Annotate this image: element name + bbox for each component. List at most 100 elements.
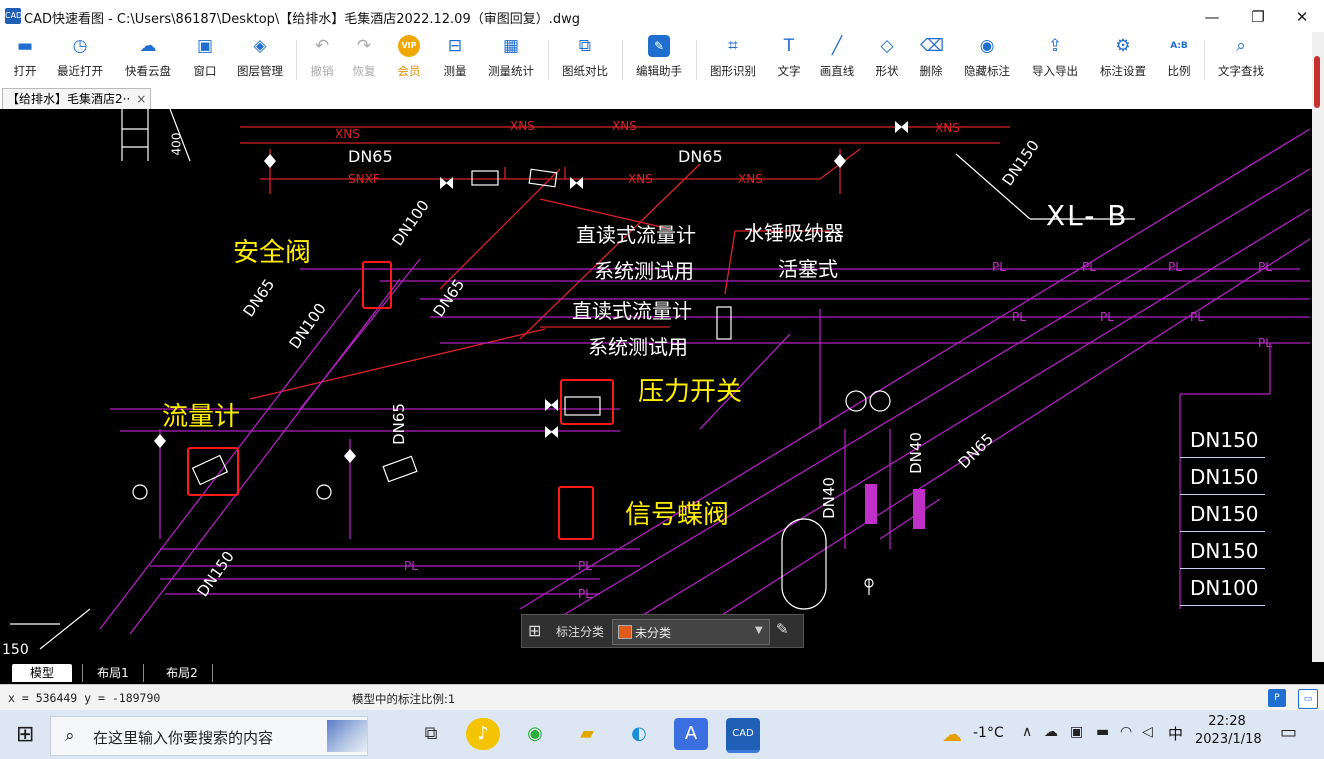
toolbar-redo[interactable]: ↷ 恢复 xyxy=(346,35,382,85)
tab-model[interactable]: 模型 xyxy=(12,664,72,682)
clock-time[interactable]: 22:28 xyxy=(1195,714,1259,729)
annotation-category-value: 未分类 xyxy=(635,626,672,640)
toolbar-draw-line[interactable]: ╱ 画直线 xyxy=(814,35,860,85)
scale-icon: A:B xyxy=(1170,41,1188,51)
label-pl-4: PL xyxy=(1258,260,1272,274)
drawing-canvas[interactable]: DN65 DN65 XNS XNS XNS XNS XNS XNS SNXF 4… xyxy=(0,109,1312,662)
label-dn65-left: DN65 xyxy=(348,147,393,166)
clock-date[interactable]: 2023/1/18 xyxy=(1195,732,1262,747)
vertical-scrollbar[interactable] xyxy=(1312,32,1324,662)
tab-layout1[interactable]: 布局1 xyxy=(82,664,144,682)
toolbar-undo[interactable]: ↶ 撤销 xyxy=(304,35,340,85)
label-pl-6: PL xyxy=(1100,310,1114,324)
annotation-category-select[interactable]: 未分类 ▼ xyxy=(612,619,770,645)
toolbar-layers[interactable]: ◈ 图层管理 xyxy=(232,35,288,85)
toolbar-text[interactable]: T 文字 xyxy=(770,35,808,85)
label-pl-3: PL xyxy=(1168,260,1182,274)
weather-icon[interactable]: ☁ xyxy=(942,722,962,746)
highlight-safety-valve xyxy=(362,261,392,309)
music-app-icon[interactable]: ♪ xyxy=(466,718,500,750)
minimize-button[interactable]: — xyxy=(1190,4,1234,30)
annotation-scale-text: 模型中的标注比例:1 xyxy=(352,692,456,706)
toolbar-edit-assistant[interactable]: ✎ 编辑助手 xyxy=(630,35,688,85)
windows-start-icon[interactable]: ⊞ xyxy=(16,722,34,747)
wifi-icon[interactable]: ◠ xyxy=(1120,724,1132,740)
measure-stats-icon: ▦ xyxy=(502,36,520,56)
toolbar-shape[interactable]: ◇ 形状 xyxy=(868,35,906,85)
cursor-coordinates: x = 536449 y = -189790 xyxy=(8,691,161,705)
label-dn40-b: DN40 xyxy=(819,477,838,519)
tray-app-icon[interactable]: ▣ xyxy=(1070,724,1083,740)
volume-icon[interactable]: ◁ xyxy=(1142,724,1153,740)
document-tab-label: 【给排水】毛集酒店2·· xyxy=(7,92,131,106)
taskbar-search-box[interactable]: ⌕ 在这里输入你要搜索的内容 xyxy=(50,716,368,756)
annotation-signal-butterfly-valve: 信号蝶阀 xyxy=(625,500,730,530)
title-bar: CAD CAD快速看图 - C:\Users\86187\Desktop\【给排… xyxy=(0,0,1324,32)
label-dn65-vertical: DN65 xyxy=(389,403,408,445)
label-direct-flowmeter-1: 直读式流量计 xyxy=(576,223,696,247)
chevron-up-icon[interactable]: ∧ xyxy=(1022,724,1032,740)
hide-icon: ◉ xyxy=(979,36,995,56)
toolbar-vip[interactable]: VIP 会员 xyxy=(390,35,428,85)
toolbar-compare[interactable]: ⧉ 图纸对比 xyxy=(556,35,614,85)
toolbar-import-export[interactable]: ⇪ 导入导出 xyxy=(1026,35,1084,85)
battery-icon[interactable]: ▬ xyxy=(1096,724,1109,740)
toolbar-recent[interactable]: ◷ 最近打开 xyxy=(52,35,108,85)
app-a-icon[interactable]: A xyxy=(674,718,708,750)
history-icon: ◷ xyxy=(72,36,88,56)
tab-layout2[interactable]: 布局2 xyxy=(152,664,213,682)
highlight-signal-butterfly-valve xyxy=(558,486,594,540)
layout-tabs: 模型 布局1 布局2 xyxy=(0,662,1324,684)
toolbar-window[interactable]: ▣ 窗口 xyxy=(186,35,224,85)
label-xns-6: XNS xyxy=(935,121,960,135)
toolbar-annotation-settings[interactable]: ⚙ 标注设置 xyxy=(1092,35,1154,85)
search-placeholder: 在这里输入你要搜索的内容 xyxy=(93,729,274,747)
search-highlight-image xyxy=(327,720,367,752)
document-tab[interactable]: 【给排水】毛集酒店2·· × xyxy=(2,88,152,109)
color-swatch xyxy=(618,625,632,639)
cad-viewer-taskbar-icon[interactable]: CAD xyxy=(726,718,760,753)
label-pl-9: PL xyxy=(404,559,418,573)
toolbar-divider xyxy=(696,40,697,80)
toolbar-measure[interactable]: ⊟ 测量 xyxy=(436,35,474,85)
toolbar-open[interactable]: ▬ 打开 xyxy=(4,35,46,85)
label-dim-400: 400 xyxy=(169,132,184,156)
compare-icon: ⧉ xyxy=(578,36,592,56)
close-tab-icon[interactable]: × xyxy=(136,92,146,106)
notification-icon[interactable]: ▭ xyxy=(1280,722,1297,743)
toolbar-text-search[interactable]: ⌕ 文字查找 xyxy=(1212,35,1270,85)
window-icon: ▣ xyxy=(196,36,214,56)
toolbar-delete[interactable]: ⌫ 删除 xyxy=(912,35,950,85)
label-snxf: SNXF xyxy=(348,172,380,186)
label-riser-xlb: XL- B xyxy=(1046,199,1129,232)
label-pl-10: PL xyxy=(578,559,592,573)
toolbar-scale[interactable]: A:B 比例 xyxy=(1160,35,1198,85)
toolbar-measure-stats[interactable]: ▦ 测量统计 xyxy=(482,35,540,85)
close-button[interactable]: ✕ xyxy=(1280,4,1324,30)
label-system-test-1: 系统测试用 xyxy=(594,259,694,283)
grid-icon[interactable]: ⊞ xyxy=(528,621,541,640)
cloud-icon[interactable]: ☁ xyxy=(1044,724,1058,740)
cloud-icon: ☁ xyxy=(139,36,157,56)
scrollbar-thumb[interactable] xyxy=(1314,56,1320,108)
line-icon: ╱ xyxy=(831,36,843,56)
edit-assistant-icon: ✎ xyxy=(648,35,670,57)
toolbar-hide-annotation[interactable]: ◉ 隐藏标注 xyxy=(956,35,1018,85)
edit-icon[interactable]: ✎ xyxy=(776,620,789,638)
label-pl-5: PL xyxy=(1012,310,1026,324)
label-pl-2: PL xyxy=(1082,260,1096,274)
edge-browser-icon[interactable]: ◐ xyxy=(622,718,656,750)
dn-schedule-3: DN150 xyxy=(1180,496,1265,532)
eraser-icon: ⌫ xyxy=(920,36,945,56)
pdf-convert-icon[interactable]: P xyxy=(1268,689,1286,707)
toolbar-shape-recognize[interactable]: ⌗ 图形识别 xyxy=(704,35,762,85)
chevron-down-icon: ▼ xyxy=(755,625,763,636)
file-explorer-icon[interactable]: ▰ xyxy=(570,718,604,750)
wechat-icon[interactable]: ◉ xyxy=(518,718,552,750)
panel-toggle-icon[interactable]: ▭ xyxy=(1298,689,1318,709)
input-method-indicator[interactable]: 中 xyxy=(1168,723,1183,744)
maximize-button[interactable]: ❐ xyxy=(1236,4,1280,30)
label-xns-3: XNS xyxy=(510,119,535,133)
toolbar-cloud[interactable]: ☁ 快看云盘 xyxy=(120,35,176,85)
task-view-icon[interactable]: ⧉ xyxy=(414,718,448,750)
